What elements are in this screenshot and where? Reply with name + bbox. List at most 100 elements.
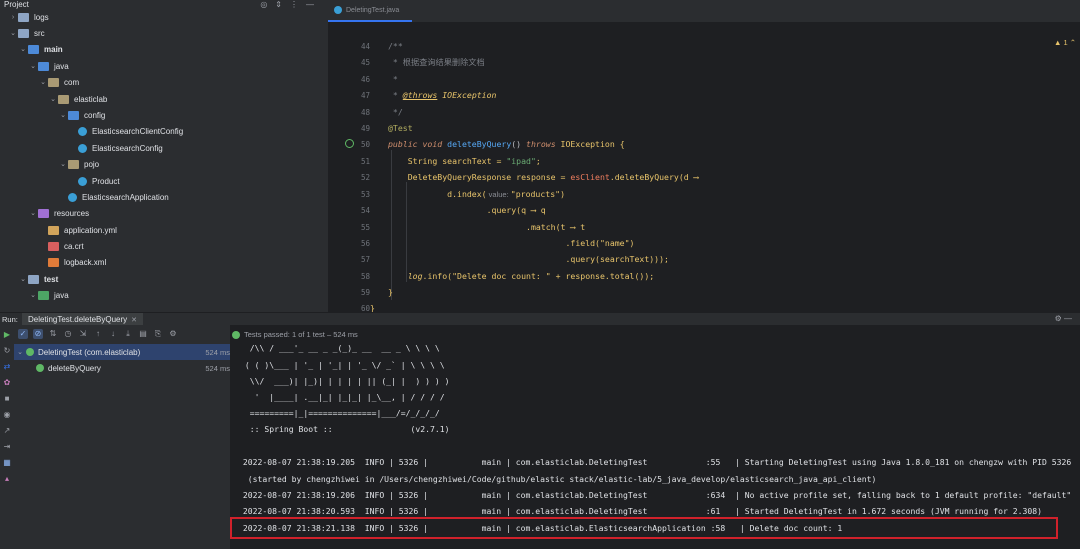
close-icon[interactable]: ✕ bbox=[131, 316, 137, 324]
history-icon[interactable]: ▤ bbox=[138, 329, 148, 339]
editor-tab-bar: DeletingTest.java bbox=[328, 0, 1080, 22]
test-suite-label: DeletingTest (com.elasticlab) bbox=[38, 347, 141, 357]
options-icon[interactable]: ⋮ bbox=[290, 0, 298, 9]
project-tree-item[interactable]: ⌄ pojo bbox=[0, 156, 328, 172]
sort-alpha-icon[interactable]: ⇅ bbox=[48, 329, 58, 339]
test-case-row[interactable]: deleteByQuery 524 ms bbox=[14, 360, 230, 376]
chevron-icon[interactable]: › bbox=[8, 14, 18, 21]
chevron-down-icon[interactable]: ⌄ bbox=[14, 348, 26, 356]
rerun-failed-icon[interactable]: ↻ bbox=[3, 347, 11, 355]
project-tree-item[interactable]: ElasticsearchClientConfig bbox=[0, 123, 328, 139]
passed-icon bbox=[26, 348, 34, 356]
options-icon[interactable]: ⚙ bbox=[168, 329, 178, 339]
chevron-icon[interactable]: ⌄ bbox=[28, 209, 38, 217]
code-text: * bbox=[388, 90, 403, 100]
console-line: (started by chengzhiwei in /Users/chengz… bbox=[238, 474, 877, 484]
code-text: } bbox=[370, 303, 375, 312]
console-line: \\/ ___)| |_)| | | | | || (_| | ) ) ) ) bbox=[240, 376, 450, 386]
code-text: "ipad" bbox=[506, 156, 536, 166]
expand-all-icon[interactable]: ⇲ bbox=[78, 329, 88, 339]
project-tree-item[interactable]: ⌄ resources bbox=[0, 205, 328, 221]
code-text: ) bbox=[629, 238, 635, 248]
code-text: .query(searchText))); bbox=[388, 254, 669, 264]
settings-icon[interactable]: ⚙ — bbox=[1055, 314, 1072, 323]
console-output[interactable]: Tests passed: 1 of 1 test – 524 ms /\\ /… bbox=[230, 325, 1080, 549]
hide-icon[interactable]: — bbox=[306, 0, 314, 9]
export-icon[interactable]: ↗ bbox=[3, 427, 11, 435]
code-text: + response.total()); bbox=[550, 271, 655, 281]
project-tree-item[interactable]: › logs bbox=[0, 9, 328, 25]
code-line: 60} bbox=[328, 300, 1080, 312]
locate-icon[interactable]: ◎ bbox=[260, 0, 267, 9]
rerun-icon[interactable]: ▶ bbox=[3, 331, 11, 339]
code-text: /** bbox=[388, 41, 403, 51]
code-text: @throws bbox=[402, 90, 438, 100]
layout-icon[interactable]: ▦ bbox=[3, 459, 11, 467]
project-tree-item[interactable]: ⌄ config bbox=[0, 107, 328, 123]
chevron-icon[interactable]: ⌄ bbox=[8, 29, 18, 37]
line-number: 49 bbox=[360, 123, 370, 133]
camera-icon[interactable]: ◉ bbox=[3, 411, 11, 419]
toggle-autotest-icon[interactable]: ⇄ bbox=[3, 363, 11, 371]
code-text: log bbox=[407, 271, 423, 281]
export-results-icon[interactable]: ⎘ bbox=[153, 329, 163, 339]
prev-failed-icon[interactable]: ↑ bbox=[93, 329, 103, 339]
chevron-icon[interactable]: ⌄ bbox=[28, 62, 38, 70]
chevron-icon[interactable]: ⌄ bbox=[48, 95, 58, 103]
project-title[interactable]: Project bbox=[4, 0, 29, 9]
tree-item-label: ElasticsearchClientConfig bbox=[92, 126, 184, 136]
folder-test-icon bbox=[38, 290, 49, 300]
sort-duration-icon[interactable]: ◷ bbox=[63, 329, 73, 339]
project-tree-item[interactable]: ⌄ src bbox=[0, 25, 328, 41]
chevron-icon[interactable]: ⌄ bbox=[38, 78, 48, 86]
test-toolbar: ✓ ⊘ ⇅ ◷ ⇲ ↑ ↓ ⤓ ▤ ⎘ ⚙ bbox=[14, 325, 230, 343]
code-editor[interactable]: DeletingTest.java ▲ 1 ⌃ 44/** 45 * 根据查询结… bbox=[328, 0, 1080, 312]
console-line: :: Spring Boot :: (v2.7.1) bbox=[240, 424, 450, 434]
gear-icon[interactable]: ✿ bbox=[3, 379, 11, 387]
folder-src-icon bbox=[28, 44, 39, 54]
project-tree-item[interactable]: ⌄ test bbox=[0, 271, 328, 287]
stop-icon[interactable]: ■ bbox=[3, 395, 11, 403]
chevron-icon[interactable]: ⌄ bbox=[58, 160, 68, 168]
line-number: 52 bbox=[360, 172, 370, 182]
code-line: 57 .query(searchText))); bbox=[328, 251, 1080, 267]
collapse-icon[interactable]: ⇕ bbox=[275, 0, 282, 9]
pin-icon[interactable]: ▴ bbox=[3, 475, 11, 483]
project-tree-item[interactable]: application.yml bbox=[0, 222, 328, 238]
project-tree-item[interactable]: ⌄ java bbox=[0, 287, 328, 303]
chevron-icon[interactable]: ⌄ bbox=[58, 111, 68, 119]
exit-icon[interactable]: ⇥ bbox=[3, 443, 11, 451]
project-tree-item[interactable]: ⌄ main bbox=[0, 41, 328, 57]
chevron-icon[interactable]: ⌄ bbox=[18, 45, 28, 53]
test-time: 524 ms bbox=[205, 347, 230, 357]
test-suite-row[interactable]: ⌄ DeletingTest (com.elasticlab) 524 ms bbox=[14, 344, 230, 360]
code-line: 48 */ bbox=[328, 104, 1080, 120]
tree-item-label: logs bbox=[34, 12, 49, 22]
project-tree-item[interactable]: logback.xml bbox=[0, 254, 328, 270]
tree-item-label: elasticlab bbox=[74, 94, 108, 104]
code-text: .field( bbox=[388, 238, 600, 248]
project-tree-item[interactable]: ⌄ java bbox=[0, 58, 328, 74]
project-tree-item[interactable]: ⌄ elasticlab bbox=[0, 91, 328, 107]
cls-icon bbox=[78, 176, 87, 186]
project-tree-item[interactable]: ElasticsearchConfig bbox=[0, 140, 328, 156]
project-tree-item[interactable]: ⌄ com bbox=[0, 74, 328, 90]
show-ignored-icon[interactable]: ⊘ bbox=[33, 329, 43, 339]
chevron-icon[interactable]: ⌄ bbox=[18, 275, 28, 283]
chevron-icon[interactable]: ⌄ bbox=[28, 291, 38, 299]
code-text: ) bbox=[560, 189, 566, 199]
java-class-icon bbox=[334, 6, 342, 14]
code-text: esClient bbox=[570, 172, 610, 182]
tab-deleting-test[interactable]: DeletingTest.java bbox=[328, 0, 412, 22]
show-passed-icon[interactable]: ✓ bbox=[18, 329, 28, 339]
project-tree-item[interactable]: Product bbox=[0, 173, 328, 189]
console-line: ' |____| .__|_| |_|_| |_\__, | / / / / bbox=[240, 392, 445, 402]
project-tree-item[interactable]: ElasticsearchApplication bbox=[0, 189, 328, 205]
line-number: 45 bbox=[360, 57, 370, 67]
next-failed-icon[interactable]: ↓ bbox=[108, 329, 118, 339]
pkg-icon bbox=[48, 77, 59, 87]
code-line: 54 .query(q ⟶ q bbox=[328, 202, 1080, 218]
project-tree-item[interactable]: ca.crt bbox=[0, 238, 328, 254]
code-line: 53 d.index( value: "products") bbox=[328, 186, 1080, 202]
import-tests-icon[interactable]: ⤓ bbox=[123, 329, 133, 339]
